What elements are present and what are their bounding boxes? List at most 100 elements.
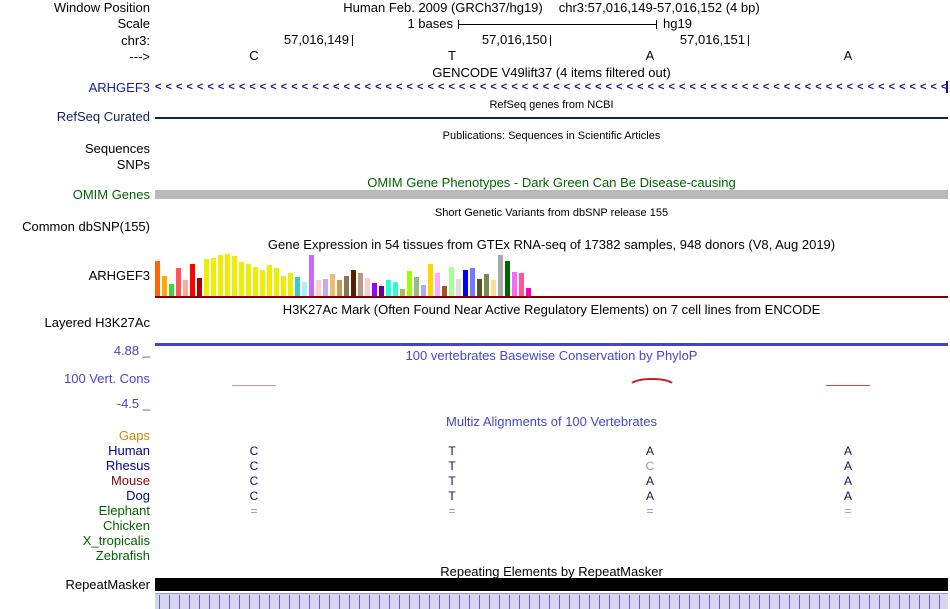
- ruler-tick: [299, 595, 300, 609]
- ruler-tick: [159, 595, 160, 609]
- track-label-mouse[interactable]: Mouse: [111, 474, 150, 488]
- ruler-tick: [439, 595, 440, 609]
- ruler-tick: [549, 595, 550, 609]
- track-label-common-dbsnp[interactable]: Common dbSNP(155): [22, 220, 150, 234]
- ruler-tick: [819, 595, 820, 609]
- track-label-rhesus[interactable]: Rhesus: [106, 459, 150, 473]
- multiz-row-mouse[interactable]: CTAA: [155, 474, 948, 489]
- ruler-tick: [519, 595, 520, 609]
- track-label-x-tropicalis[interactable]: X_tropicalis: [83, 534, 150, 548]
- alignment-base: T: [448, 489, 456, 503]
- ruler-tick: [209, 595, 210, 609]
- ruler-tick: [269, 595, 270, 609]
- alignment-base: T: [448, 474, 456, 488]
- ruler-tick: [889, 595, 890, 609]
- ruler-tick: [639, 595, 640, 609]
- ruler-tick: [899, 595, 900, 609]
- ruler-tick: [189, 595, 190, 609]
- track-label-snps[interactable]: SNPs: [117, 158, 150, 172]
- ruler-tick: [649, 595, 650, 609]
- ucsc-genome-browser: Window Position Scale chr3: ---> ARHGEF3…: [0, 0, 950, 609]
- ruler-tick: [239, 595, 240, 609]
- multiz-alignment-area: C T A A C T C A C T A A C T A A = = = =: [155, 0, 948, 609]
- ruler-tick: [259, 595, 260, 609]
- window-position-label: Window Position: [53, 0, 150, 15]
- ruler-tick: [589, 595, 590, 609]
- alignment-base: =: [844, 504, 852, 518]
- track-label-gencode-arhgef3[interactable]: ARHGEF3: [89, 81, 150, 95]
- alignment-base: C: [249, 474, 259, 488]
- ruler-tick: [249, 595, 250, 609]
- bottom-position-ruler[interactable]: [155, 593, 948, 609]
- alignment-base: A: [645, 474, 654, 488]
- ruler-tick: [789, 595, 790, 609]
- ruler-tick: [879, 595, 880, 609]
- ruler-tick: [739, 595, 740, 609]
- ruler-tick: [709, 595, 710, 609]
- alignment-base: A: [843, 444, 852, 458]
- ruler-tick: [539, 595, 540, 609]
- ruler-tick: [199, 595, 200, 609]
- alignment-base: T: [448, 444, 456, 458]
- track-label-sequences[interactable]: Sequences: [85, 142, 150, 156]
- ruler-tick: [289, 595, 290, 609]
- multiz-row-dog[interactable]: CTAA: [155, 489, 948, 504]
- multiz-row-x-tropicalis[interactable]: [155, 534, 948, 549]
- ruler-tick: [839, 595, 840, 609]
- ruler-tick: [919, 595, 920, 609]
- ruler-tick: [469, 595, 470, 609]
- alignment-base: A: [843, 459, 852, 473]
- track-label-repeatmasker[interactable]: RepeatMasker: [65, 578, 150, 592]
- track-label-omim-genes[interactable]: OMIM Genes: [73, 188, 150, 202]
- multiz-row-rhesus[interactable]: CTCA: [155, 459, 948, 474]
- ruler-tick: [389, 595, 390, 609]
- ruler-tick: [629, 595, 630, 609]
- track-label-human[interactable]: Human: [108, 444, 150, 458]
- ruler-tick: [699, 595, 700, 609]
- multiz-row-elephant[interactable]: = = = =: [155, 504, 948, 519]
- ruler-tick: [669, 595, 670, 609]
- ruler-tick: [489, 595, 490, 609]
- track-label-chicken[interactable]: Chicken: [103, 519, 150, 533]
- track-label-elephant[interactable]: Elephant: [99, 504, 150, 518]
- track-label-100-vert-cons[interactable]: 100 Vert. Cons: [64, 372, 150, 386]
- repeatmasker-track-title[interactable]: Repeating Elements by RepeatMasker: [155, 565, 948, 579]
- ruler-tick: [749, 595, 750, 609]
- multiz-row-human[interactable]: CTAA: [155, 444, 948, 459]
- ruler-tick: [569, 595, 570, 609]
- ruler-tick: [179, 595, 180, 609]
- alignment-base: =: [250, 504, 258, 518]
- repeatmasker-item[interactable]: [155, 578, 948, 591]
- ruler-tick: [829, 595, 830, 609]
- ruler-tick: [799, 595, 800, 609]
- alignment-base: T: [448, 459, 456, 473]
- ruler-tick: [379, 595, 380, 609]
- ruler-tick: [339, 595, 340, 609]
- multiz-row-zebrafish[interactable]: [155, 549, 948, 564]
- alignment-base: C: [249, 444, 259, 458]
- ruler-tick: [369, 595, 370, 609]
- ruler-tick: [419, 595, 420, 609]
- ruler-tick: [329, 595, 330, 609]
- track-label-refseq-curated[interactable]: RefSeq Curated: [57, 110, 150, 124]
- alignment-base: A: [645, 444, 654, 458]
- ruler-tick: [939, 595, 940, 609]
- multiz-row-chicken[interactable]: [155, 519, 948, 534]
- track-label-gaps[interactable]: Gaps: [119, 429, 150, 443]
- ruler-tick: [219, 595, 220, 609]
- ruler-tick: [619, 595, 620, 609]
- ruler-tick: [479, 595, 480, 609]
- alignment-base: A: [843, 474, 852, 488]
- ruler-tick: [409, 595, 410, 609]
- ruler-tick: [909, 595, 910, 609]
- ruler-tick: [429, 595, 430, 609]
- multiz-row-gaps[interactable]: [155, 429, 948, 444]
- ruler-tick: [229, 595, 230, 609]
- track-label-layered-h3k27ac[interactable]: Layered H3K27Ac: [44, 316, 150, 330]
- ruler-tick: [689, 595, 690, 609]
- strand-direction-label: --->: [129, 49, 150, 64]
- track-label-gtex-arhgef3[interactable]: ARHGEF3: [89, 269, 150, 283]
- ruler-tick: [309, 595, 310, 609]
- track-label-zebrafish[interactable]: Zebrafish: [96, 549, 150, 563]
- track-label-dog[interactable]: Dog: [126, 489, 150, 503]
